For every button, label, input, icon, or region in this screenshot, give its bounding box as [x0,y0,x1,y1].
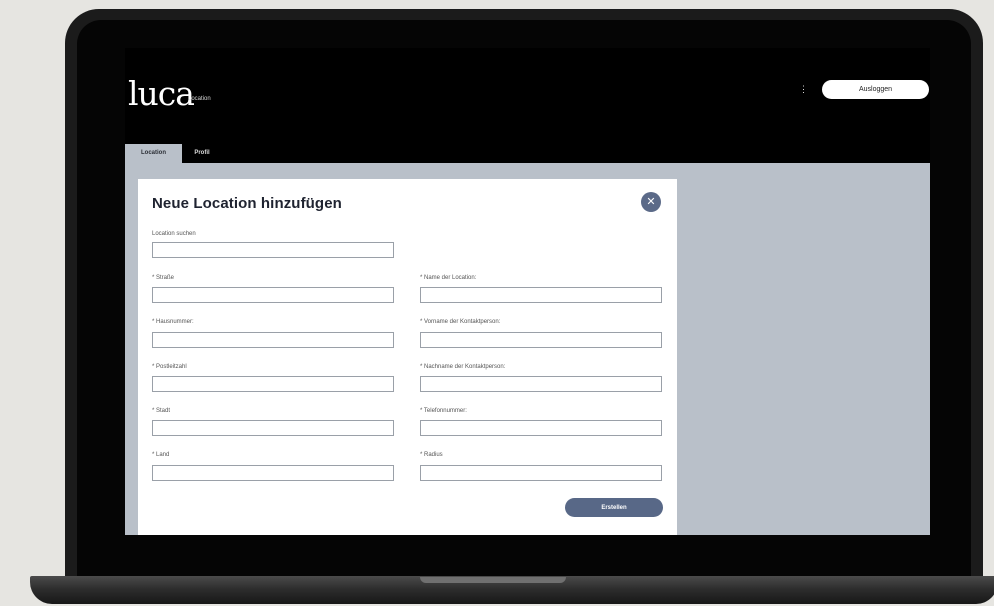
location-name-input[interactable] [420,287,662,303]
house-number-label: * Hausnummer: [152,319,194,325]
close-icon[interactable]: ✕ [641,192,661,212]
city-label: * Stadt [152,408,171,414]
tab-profil[interactable]: Profil [182,144,222,163]
app-screen: luca Location ⋮ Ausloggen Location Profi… [125,48,930,535]
contact-firstname-input[interactable] [420,332,662,348]
more-vertical-icon[interactable]: ⋮ [799,84,808,95]
country-input[interactable] [152,465,394,481]
phone-label: * Telefonnummer: [420,408,467,414]
location-name-label: * Name der Location: [420,275,477,281]
modal-title: Neue Location hinzufügen [152,195,342,212]
content-area: Neue Location hinzufügen ✕ Location such… [125,163,930,535]
create-button[interactable]: Erstellen [565,498,663,517]
street-label: * Straße [152,275,175,281]
street-input[interactable] [152,287,394,303]
search-label: Location suchen [152,231,196,237]
radius-label: * Radius [420,452,443,458]
location-search-input[interactable] [152,242,394,258]
house-number-input[interactable] [152,332,394,348]
city-input[interactable] [152,420,394,436]
phone-input[interactable] [420,420,662,436]
postal-code-label: * Postleitzahl [152,364,187,370]
country-label: * Land [152,452,170,458]
tab-location[interactable]: Location [125,144,182,163]
postal-code-input[interactable] [152,376,394,392]
radius-input[interactable] [420,465,662,481]
luca-logo: luca [128,74,195,113]
logout-button[interactable]: Ausloggen [822,80,929,99]
contact-lastname-label: * Nachname der Kontaktperson: [420,364,506,370]
contact-lastname-input[interactable] [420,376,662,392]
contact-firstname-label: * Vorname der Kontaktperson: [420,319,501,325]
laptop-notch [420,577,566,583]
logo-subtitle: Location [188,96,211,102]
new-location-modal: Neue Location hinzufügen ✕ Location such… [138,179,677,535]
